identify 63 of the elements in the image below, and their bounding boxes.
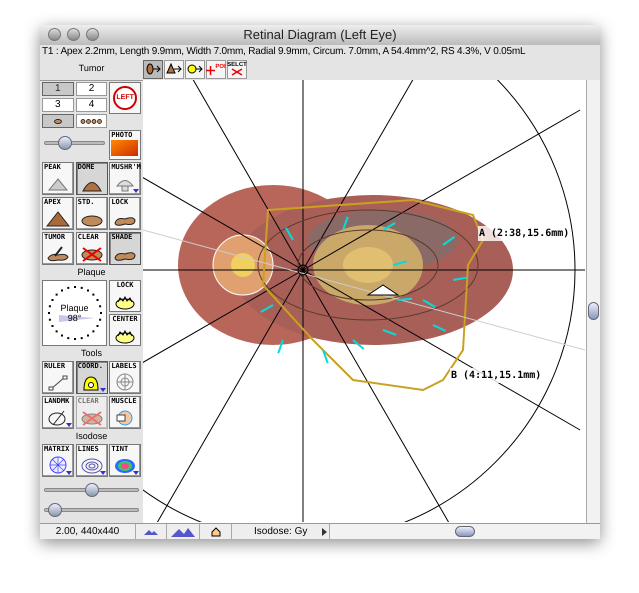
- number-button[interactable]: 4: [76, 98, 108, 112]
- section-heading: Plaque: [76, 267, 107, 278]
- marker-button[interactable]: [42, 114, 74, 128]
- landmark-label: A (2:38,15.6mm): [478, 226, 570, 241]
- dot-arrow-icon: [187, 63, 203, 75]
- cross-out-icon: [80, 410, 104, 426]
- cross-out-icon: [80, 246, 104, 262]
- slider-thumb[interactable]: [84, 483, 98, 497]
- slider[interactable]: [44, 483, 139, 497]
- retina-canvas[interactable]: A (2:38,15.6mm) B (4:11,15.1mm): [143, 80, 586, 523]
- section-heading: Tools: [80, 348, 103, 359]
- zoom-readout: 2.00, 440x440: [40, 524, 136, 539]
- dial-label: Plaque: [60, 303, 89, 313]
- slider[interactable]: [44, 136, 106, 150]
- cross-out-icon: [230, 68, 244, 76]
- plaque-dial[interactable]: Plaque 98°: [42, 280, 107, 346]
- vertical-scrollbar[interactable]: [586, 80, 600, 523]
- toolbar-button[interactable]: [164, 60, 184, 78]
- contour-icon: [80, 458, 103, 474]
- info-line: T1 : Apex 2.2mm, Length 9.9mm, Width 7.0mm, Radial 9.9mm, Circum. 7.0mm, A 54.4mm^2, RS 4.3%, V 0.05mL: [41, 45, 526, 58]
- grid-circle-icon: [48, 456, 68, 474]
- marker-button[interactable]: [76, 114, 108, 128]
- dot-icon: [54, 118, 62, 124]
- mountain-icon: [144, 528, 158, 534]
- ring-icon: [115, 296, 135, 310]
- dial-ticks-drawing: [47, 285, 103, 341]
- toolbar-button[interactable]: [143, 60, 163, 78]
- number-button[interactable]: 2: [76, 82, 108, 96]
- pyramid-icon: [46, 211, 70, 227]
- blob-icon: [113, 250, 138, 262]
- window-control-button[interactable]: [86, 28, 99, 41]
- photo-placeholder: [111, 140, 138, 156]
- window-control-button[interactable]: [48, 28, 61, 41]
- oval-icon: [80, 215, 103, 227]
- dots-icon: [80, 118, 102, 124]
- cone-arrow-icon: [166, 63, 182, 75]
- heatmap-icon: [114, 458, 136, 474]
- ruler-line-icon: [48, 375, 68, 391]
- slider[interactable]: [44, 503, 139, 517]
- dial-angle: 98°: [68, 313, 82, 323]
- blob-icon: [113, 215, 138, 227]
- section-heading: Tumor: [78, 62, 106, 76]
- pencil-blob-icon: [46, 246, 70, 262]
- dial-icon: [116, 373, 134, 391]
- slider-thumb[interactable]: [58, 136, 72, 150]
- window-control-button[interactable]: [67, 28, 80, 41]
- ring-icon: [115, 330, 135, 344]
- mushroom-icon: [114, 178, 136, 192]
- window-title: Retinal Diagram (Left Eye): [243, 26, 397, 44]
- cone-icon: [47, 178, 69, 192]
- number-button[interactable]: 3: [42, 98, 74, 112]
- horizontal-scrollbar[interactable]: [330, 524, 600, 539]
- toolbar-button[interactable]: [185, 60, 205, 78]
- slider-thumb[interactable]: [48, 503, 62, 517]
- section-heading: Isodose: [74, 431, 108, 442]
- number-button[interactable]: 1: [42, 82, 74, 96]
- mountain-icon: [171, 526, 195, 536]
- home-icon: [210, 526, 220, 536]
- crosshair-icon: [206, 64, 216, 74]
- scroll-thumb[interactable]: [588, 302, 599, 320]
- landmark-label: B (4:11,15.1mm): [450, 368, 542, 383]
- oval-arrow-icon: [145, 63, 161, 75]
- scroll-thumb[interactable]: [455, 526, 475, 537]
